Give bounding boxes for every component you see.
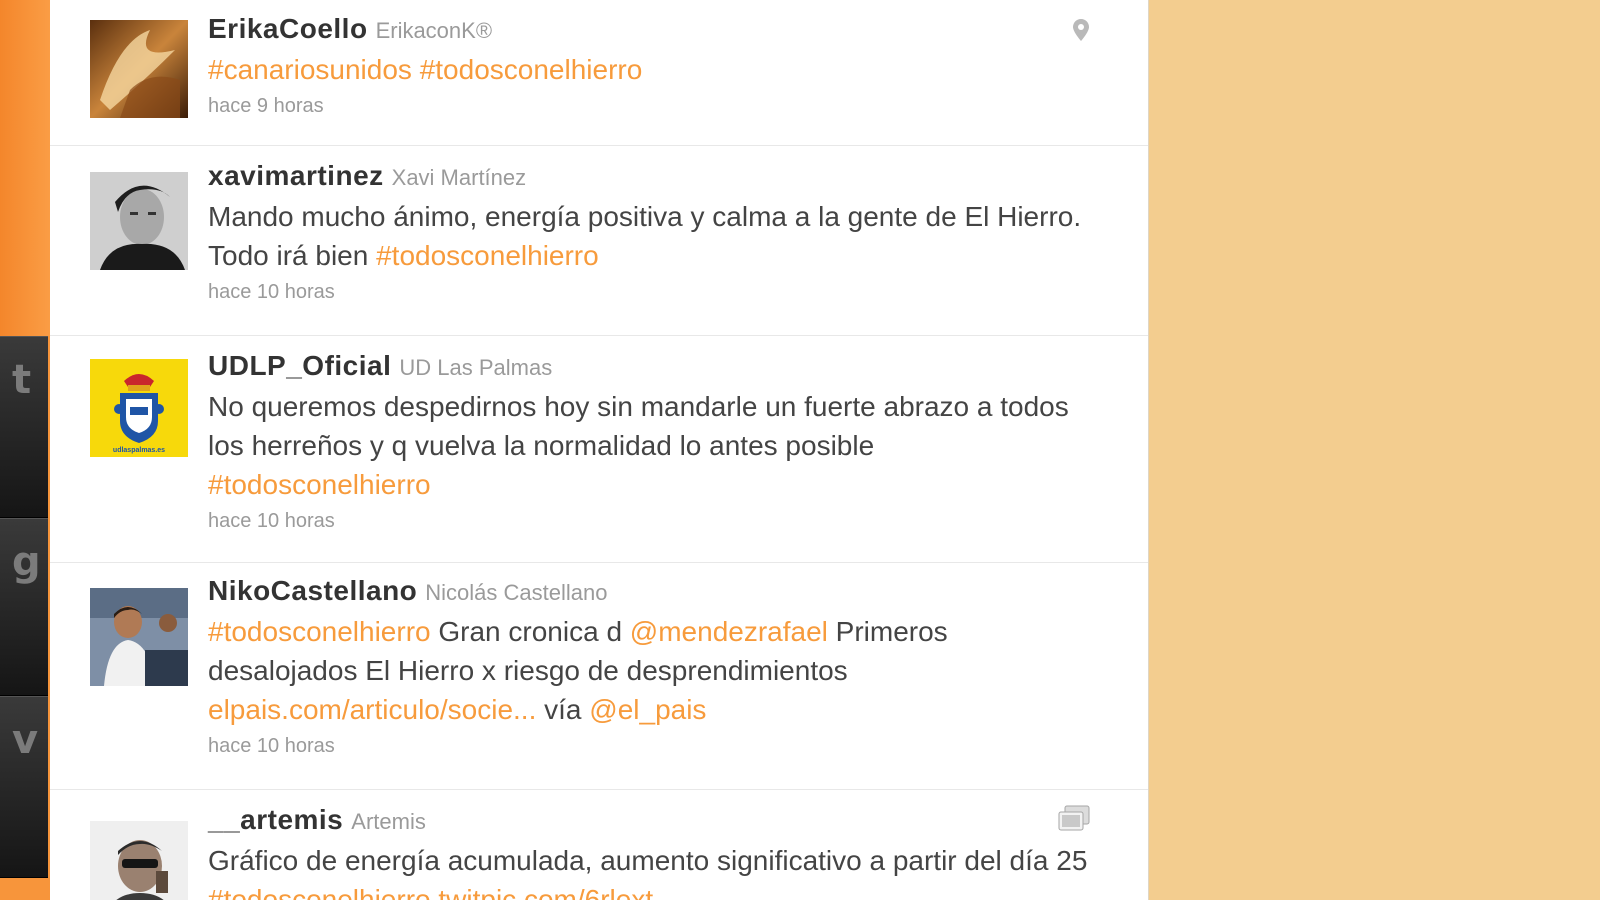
tweet-header: __artemis Artemis (208, 803, 1088, 839)
hashtag-link[interactable]: #todosconelhierro (208, 469, 431, 500)
tweet-fullname[interactable]: Nicolás Castellano (425, 580, 607, 605)
hashtag-link[interactable]: #todosconelhierro (208, 616, 431, 647)
mention-link[interactable]: @el_pais (589, 694, 706, 725)
tweet-item[interactable]: ErikaCoello ErikaconK® #canariosunidos #t… (50, 0, 1148, 146)
tweet-text: Gráfico de energía acumulada, aumento si… (208, 841, 1088, 900)
tweet-handle[interactable]: xavimartinez (208, 160, 384, 191)
tweet-text-segment: vía (536, 694, 590, 725)
tweet-handle[interactable]: __artemis (208, 804, 343, 835)
location-pin-icon[interactable] (1072, 18, 1090, 42)
hashtag-link[interactable]: #todosconelhierro (208, 884, 431, 900)
tweet-handle[interactable]: ErikaCoello (208, 13, 368, 44)
tweet-timestamp[interactable]: hace 10 horas (208, 281, 1088, 304)
tweet-content: __artemis Artemis Gráfico de energía acum… (208, 803, 1088, 900)
avatar[interactable] (90, 20, 188, 118)
tweet-item[interactable]: xavimartinez Xavi Martínez Mando mucho án… (50, 145, 1148, 336)
tweet-header: ErikaCoello ErikaconK® (208, 12, 1088, 48)
avatar-logo-text: udlaspalmas.es (113, 447, 165, 454)
image-attachment-icon[interactable] (1058, 805, 1090, 831)
tweet-handle[interactable]: NikoCastellano (208, 575, 417, 606)
tweet-content: ErikaCoello ErikaconK® #canariosunidos #t… (208, 12, 1088, 118)
tweet-timestamp[interactable]: hace 9 horas (208, 95, 1088, 118)
hashtag-link[interactable]: #todosconelhierro (376, 240, 599, 271)
url-link[interactable]: twitpic.com/6rlext (438, 884, 653, 900)
tweet-text: #canariosunidos #todosconelhierro (208, 50, 1088, 89)
tweet-text-segment: Mando mucho ánimo, energía positiva y ca… (208, 201, 1082, 271)
hashtag-link[interactable]: #canariosunidos (208, 54, 412, 85)
tweet-item[interactable]: NikoCastellano Nicolás Castellano #todosc… (50, 562, 1148, 790)
tweet-text-segment (412, 54, 420, 85)
keyboard-key-t: t (0, 336, 48, 518)
tweet-fullname[interactable]: Xavi Martínez (392, 165, 527, 190)
tweet-fullname[interactable]: Artemis (351, 809, 426, 834)
tweet-timeline[interactable]: ErikaCoello ErikaconK® #canariosunidos #t… (50, 0, 1149, 900)
tweet-text: Mando mucho ánimo, energía positiva y ca… (208, 197, 1088, 275)
tweet-handle[interactable]: UDLP_Oficial (208, 350, 391, 381)
tweet-item[interactable]: udlaspalmas.es UDLP_Oficial UD Las Palmas… (50, 335, 1148, 563)
tweet-content: xavimartinez Xavi Martínez Mando mucho án… (208, 159, 1088, 304)
tweet-header: xavimartinez Xavi Martínez (208, 159, 1088, 195)
tweet-fullname[interactable]: UD Las Palmas (399, 355, 552, 380)
hashtag-link[interactable]: #todosconelhierro (420, 54, 643, 85)
tweet-timestamp[interactable]: hace 10 horas (208, 510, 1088, 533)
tweet-header: UDLP_Oficial UD Las Palmas (208, 349, 1088, 385)
avatar[interactable] (90, 588, 188, 686)
tweet-timestamp[interactable]: hace 10 horas (208, 735, 1088, 758)
tweet-fullname[interactable]: ErikaconK® (376, 18, 492, 43)
tweet-content: NikoCastellano Nicolás Castellano #todosc… (208, 574, 1088, 758)
tweet-text: No queremos despedirnos hoy sin mandarle… (208, 387, 1088, 504)
url-link[interactable]: elpais.com/articulo/socie... (208, 694, 536, 725)
keyboard-key-g: g (0, 518, 48, 696)
tweet-content: UDLP_Oficial UD Las Palmas No queremos de… (208, 349, 1088, 533)
tweet-text: #todosconelhierro Gran cronica d @mendez… (208, 612, 1088, 729)
mention-link[interactable]: @mendezrafael (630, 616, 828, 647)
avatar[interactable] (90, 172, 188, 270)
tweet-text-segment: No queremos despedirnos hoy sin mandarle… (208, 391, 1069, 461)
keyboard-key-v: v (0, 696, 48, 878)
orange-strip-bottom (0, 878, 50, 900)
avatar[interactable]: udlaspalmas.es (90, 359, 188, 457)
left-sidebar-strip: t g v (0, 0, 50, 900)
tweet-text-segment: Gráfico de energía acumulada, aumento si… (208, 845, 1088, 876)
tweet-item[interactable]: __artemis Artemis Gráfico de energía acum… (50, 789, 1148, 900)
tweet-text-segment: Gran cronica d (430, 616, 630, 647)
orange-strip-top (0, 0, 50, 336)
avatar[interactable] (90, 821, 188, 900)
tweet-header: NikoCastellano Nicolás Castellano (208, 574, 1088, 610)
